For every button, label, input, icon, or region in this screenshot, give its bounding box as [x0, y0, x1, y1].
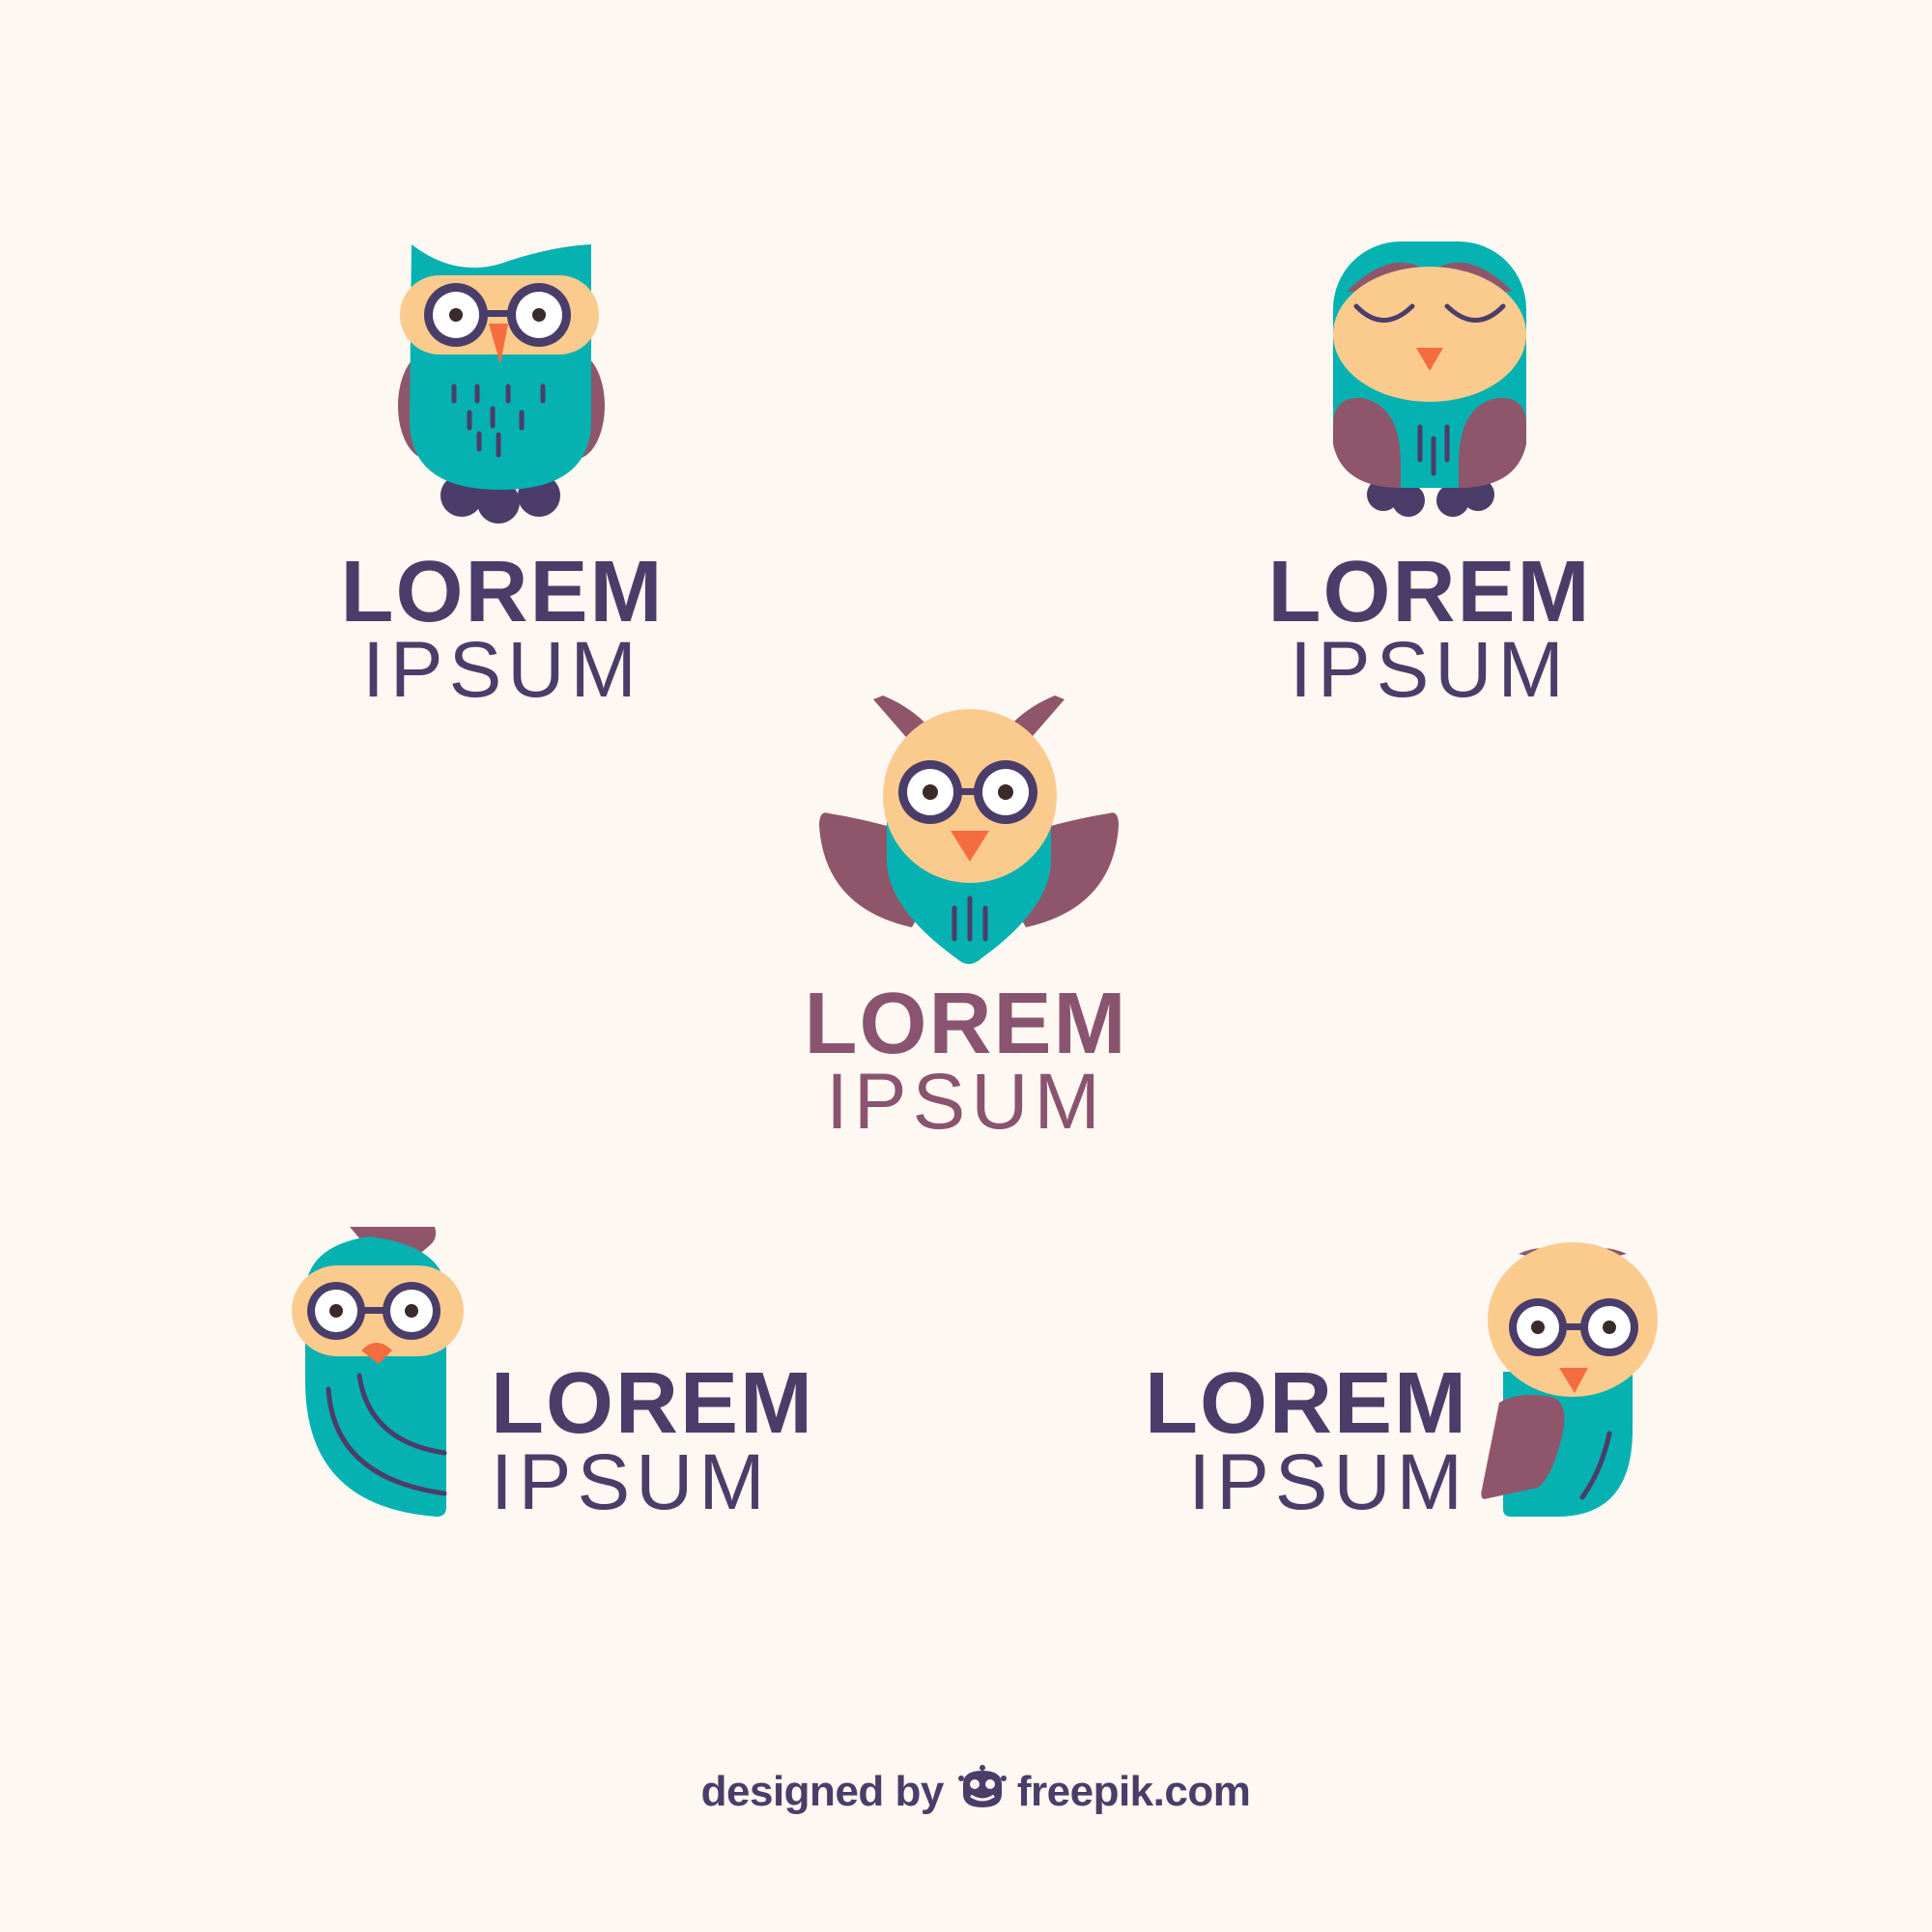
owl-with-glasses-icon [398, 244, 605, 524]
logo-title: LOREM [340, 544, 665, 640]
freepik-logo-icon [957, 1764, 1008, 1820]
logo-subtitle: IPSUM [1188, 1438, 1468, 1526]
credit-brand: freepik.com [1016, 1768, 1251, 1815]
logo-owl-glasses-standing: LOREM IPSUM [0, 0, 966, 734]
credit-prefix: designed by [700, 1768, 945, 1815]
logo-owl-flying: LOREM IPSUM [580, 676, 1352, 1159]
logo-subtitle: IPSUM [491, 1438, 771, 1526]
logo-title: LOREM [804, 976, 1128, 1072]
credit-line: designed by freepik.com [676, 1758, 1275, 1826]
logo-title: LOREM [1145, 1355, 1468, 1452]
logo-owl-left-side: LOREM IPSUM [270, 1198, 850, 1565]
logo-subtitle: IPSUM [826, 1058, 1106, 1146]
logo-title: LOREM [1267, 544, 1592, 640]
side-owl-icon [292, 1227, 464, 1517]
logo-owl-sleeping: LOREM IPSUM [966, 0, 1932, 734]
logo-owl-right-side: LOREM IPSUM [1111, 1198, 1690, 1565]
flying-owl-icon [819, 696, 1119, 964]
perched-owl-icon [1481, 1242, 1658, 1517]
logo-title: LOREM [491, 1355, 814, 1452]
logo-collection-canvas: LOREM IPSUM LOREM IPSUM LOREM IPSUM LORE… [0, 0, 1932, 1932]
sleeping-owl-icon [1333, 242, 1526, 517]
